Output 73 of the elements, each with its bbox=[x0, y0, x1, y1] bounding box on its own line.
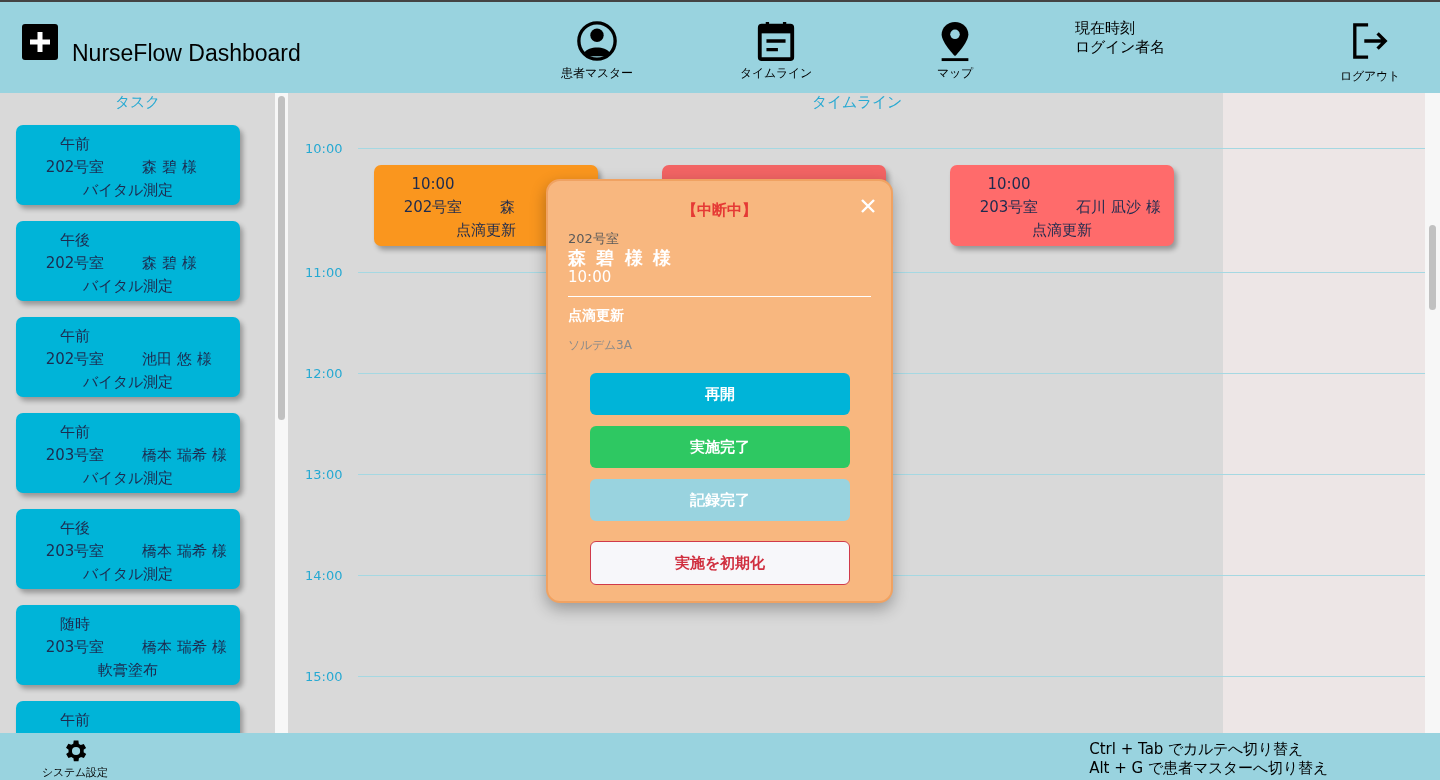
panel-title: タイムライン bbox=[810, 93, 903, 111]
task-time: 10:00 bbox=[568, 268, 613, 286]
logout-icon bbox=[1351, 22, 1389, 60]
task-card[interactable]: 午後 202号室 森 碧 様 バイタル測定 bbox=[16, 221, 240, 301]
app-title: NurseFlow Dashboard bbox=[72, 40, 301, 67]
hour-label: 13:00 bbox=[304, 466, 344, 482]
room-number: 203号室 bbox=[44, 445, 106, 466]
close-button[interactable] bbox=[861, 199, 875, 213]
task-card[interactable]: 午前 203号室 橋本 瑞希 様 バイタル測定 bbox=[16, 413, 240, 493]
task-card[interactable]: 午前 bbox=[16, 701, 240, 733]
patient-name: 橋本 瑞希 様 bbox=[141, 445, 228, 466]
logout-button[interactable]: ログアウト bbox=[1330, 2, 1410, 85]
calendar-icon bbox=[755, 20, 797, 62]
settings-button[interactable]: システム設定 bbox=[42, 733, 108, 780]
task-card[interactable]: 午前 202号室 森 碧 様 バイタル測定 bbox=[16, 125, 240, 205]
hour-label: 12:00 bbox=[304, 365, 344, 381]
nav-button[interactable]: マップ bbox=[895, 2, 1015, 82]
task-period: 随時 bbox=[59, 614, 91, 635]
task-detail: ソルデム3A bbox=[568, 337, 633, 354]
room-number: 202号室 bbox=[44, 157, 106, 178]
task-name: バイタル測定 bbox=[83, 564, 173, 585]
room-number: 203号室 bbox=[978, 197, 1040, 218]
scrollbar[interactable] bbox=[1425, 93, 1440, 733]
plus-logo-icon bbox=[22, 24, 58, 60]
task-name: バイタル測定 bbox=[83, 372, 173, 393]
patient-name: 石川 凪沙 様 bbox=[1075, 197, 1162, 218]
patient-name: 森 碧 様 bbox=[141, 253, 198, 274]
shortcut-hint: Ctrl + Tab でカルテへ切り替え bbox=[1089, 740, 1305, 759]
scrollbar[interactable] bbox=[275, 93, 288, 733]
event-card[interactable]: 10:00 203号室 石川 凪沙 様 点滴更新 bbox=[950, 165, 1174, 246]
patient-name: 橋本 瑞希 様 bbox=[141, 637, 228, 658]
close-icon bbox=[861, 199, 875, 213]
patient-name: 森 碧 様 様 bbox=[568, 248, 674, 268]
task-name: 点滴更新 bbox=[568, 307, 625, 325]
task-card[interactable]: 午前 202号室 池田 悠 様 バイタル測定 bbox=[16, 317, 240, 397]
room-number: 202号室 bbox=[402, 197, 464, 218]
task-period: 午前 bbox=[59, 326, 91, 347]
header-info-text: 現在時刻 bbox=[1075, 19, 1136, 38]
task-period: 午前 bbox=[59, 710, 91, 731]
action-button[interactable]: 実施を初期化 bbox=[589, 541, 850, 585]
status-label: 【中断中】 bbox=[681, 201, 758, 220]
task-period: 午前 bbox=[59, 134, 91, 155]
patient-name: 橋本 瑞希 様 bbox=[141, 541, 228, 562]
nav-button[interactable]: 患者マスター bbox=[537, 2, 657, 82]
nav-button[interactable]: タイムライン bbox=[716, 2, 836, 82]
task-name: バイタル測定 bbox=[83, 468, 173, 489]
event-time: 10:00 bbox=[986, 174, 1032, 195]
task-name: 軟膏塗布 bbox=[98, 660, 158, 681]
task-name: バイタル測定 bbox=[83, 180, 173, 201]
task-period: 午後 bbox=[59, 518, 91, 539]
shortcut-hint: Alt + G で患者マスターへ切り替え bbox=[1089, 759, 1328, 778]
task-name: バイタル測定 bbox=[83, 276, 173, 297]
hour-label: 15:00 bbox=[304, 668, 344, 684]
person-icon bbox=[576, 20, 618, 62]
task-period: 午前 bbox=[59, 422, 91, 443]
patient-name: 森 bbox=[499, 197, 516, 218]
room-number: 202号室 bbox=[44, 253, 106, 274]
hour-label: 10:00 bbox=[304, 140, 344, 156]
task-card[interactable]: 午後 203号室 橋本 瑞希 様 バイタル測定 bbox=[16, 509, 240, 589]
hour-label: 14:00 bbox=[304, 567, 344, 583]
task-period: 午後 bbox=[59, 230, 91, 251]
room-number: 203号室 bbox=[44, 541, 106, 562]
room-number: 202号室 bbox=[44, 349, 106, 370]
patient-name: 池田 悠 様 bbox=[141, 349, 213, 370]
room-number: 203号室 bbox=[44, 637, 106, 658]
hour-label: 11:00 bbox=[304, 264, 344, 280]
panel-title: タスク bbox=[114, 93, 161, 111]
event-time: 10:00 bbox=[410, 174, 456, 195]
patient-name: 森 碧 様 bbox=[141, 157, 198, 178]
task-name: 点滴更新 bbox=[1032, 220, 1092, 241]
task-name: 点滴更新 bbox=[456, 220, 516, 241]
header-info-text: ログイン者名 bbox=[1075, 38, 1165, 57]
task-card[interactable]: 随時 203号室 橋本 瑞希 様 軟膏塗布 bbox=[16, 605, 240, 685]
